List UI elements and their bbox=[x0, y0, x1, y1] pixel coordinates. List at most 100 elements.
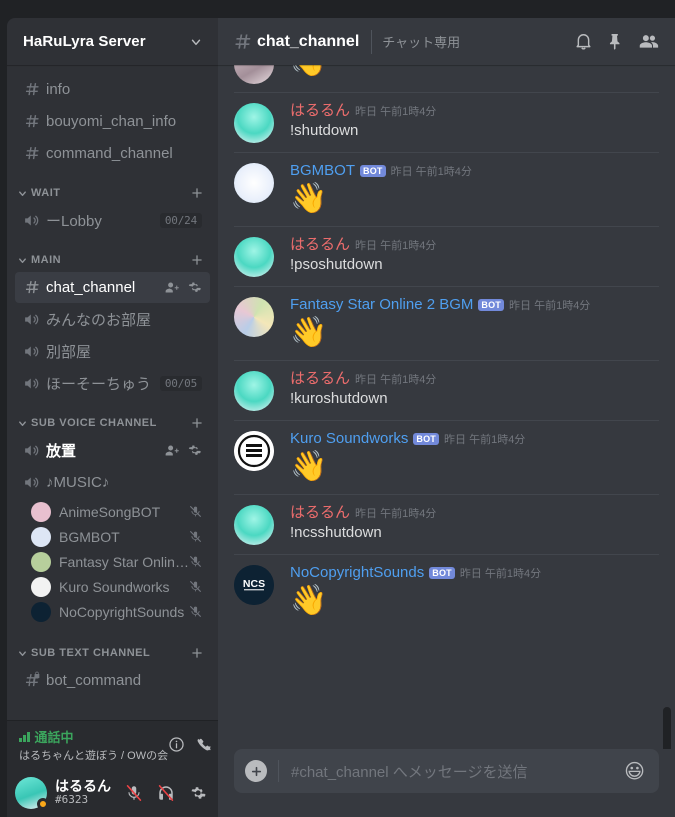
speaker-icon bbox=[23, 343, 40, 360]
voice-member-name: Kuro Soundworks bbox=[59, 578, 170, 595]
headphone-deafened-icon[interactable] bbox=[152, 779, 180, 807]
message-input[interactable]: #chat_channel へメッセージを送信 bbox=[291, 761, 624, 782]
avatar[interactable] bbox=[234, 371, 274, 411]
plus-icon[interactable] bbox=[190, 253, 208, 267]
message-composer: #chat_channel へメッセージを送信 😃 bbox=[218, 749, 675, 817]
sidebar-channel-minna-no-oheya[interactable]: みんなのお部屋 bbox=[15, 304, 210, 335]
message-list[interactable]: 👋 はるるん 昨日 午前1時4分 !shutdown bbox=[218, 65, 675, 749]
svg-text:NCS: NCS bbox=[243, 578, 265, 590]
message-row: はるるん 昨日 午前1時4分 !psoshutdown bbox=[218, 227, 675, 286]
channel-list[interactable]: info bouyomi_chan_info command_channel W… bbox=[7, 65, 218, 720]
hash-icon bbox=[23, 81, 40, 98]
bell-icon[interactable] bbox=[574, 32, 593, 51]
sidebar-channel-chat_channel[interactable]: chat_channel bbox=[15, 272, 210, 303]
voice-member-kuro-soundworks[interactable]: Kuro Soundworks bbox=[25, 574, 210, 599]
message-author[interactable]: NoCopyrightSounds bbox=[290, 564, 424, 582]
person-add-icon[interactable] bbox=[165, 443, 180, 458]
avatar[interactable] bbox=[15, 776, 49, 810]
sidebar-channel-label: bot_command bbox=[46, 672, 142, 689]
message-timestamp: 昨日 午前1時4分 bbox=[444, 434, 526, 446]
message-text: !kuroshutdown bbox=[290, 390, 388, 407]
speaker-icon bbox=[23, 311, 40, 328]
pin-icon[interactable] bbox=[606, 32, 625, 51]
gear-icon[interactable] bbox=[187, 280, 202, 295]
plus-icon[interactable] bbox=[190, 646, 208, 660]
gear-icon[interactable] bbox=[187, 443, 202, 458]
avatar[interactable] bbox=[234, 65, 274, 84]
chevron-down-icon bbox=[17, 255, 29, 266]
server-sidebar: HaRuLyra Server info bouyomi_chan_info c… bbox=[7, 18, 218, 817]
voice-member-fantasy-star-online-2[interactable]: Fantasy Star Online 2 ... bbox=[25, 549, 210, 574]
message-text: !ncsshutdown bbox=[290, 524, 382, 541]
user-settings-gear-icon[interactable] bbox=[184, 779, 212, 807]
message-author[interactable]: はるるん bbox=[290, 504, 350, 522]
message-author[interactable]: はるるん bbox=[290, 236, 350, 254]
message-author[interactable]: Fantasy Star Online 2 BGM bbox=[290, 296, 473, 314]
plus-icon[interactable] bbox=[190, 186, 208, 200]
bot-badge: BOT bbox=[360, 165, 386, 177]
avatar[interactable] bbox=[234, 237, 274, 277]
sidebar-channel-music[interactable]: ♪MUSIC♪ bbox=[15, 467, 210, 498]
message-row: はるるん 昨日 午前1時4分 !shutdown bbox=[218, 93, 675, 152]
category-label: SUB TEXT CHANNEL bbox=[31, 647, 151, 659]
avatar[interactable] bbox=[234, 505, 274, 545]
mic-muted-icon bbox=[189, 530, 202, 543]
avatar[interactable] bbox=[234, 297, 274, 337]
sidebar-channel-bouyomi_chan_info[interactable]: bouyomi_chan_info bbox=[15, 106, 210, 137]
voice-member-name: Fantasy Star Online 2 ... bbox=[59, 553, 189, 570]
server-name: HaRuLyra Server bbox=[23, 33, 146, 50]
message-timestamp: 昨日 午前1時4分 bbox=[355, 106, 437, 118]
hash-lock-icon bbox=[23, 671, 40, 689]
info-circle-icon[interactable] bbox=[168, 736, 185, 753]
sidebar-channel-houchi[interactable]: 放置 bbox=[15, 435, 210, 466]
server-header[interactable]: HaRuLyra Server bbox=[7, 18, 218, 65]
category-header-main[interactable]: MAIN bbox=[7, 237, 218, 271]
voice-member-nocopyrightsounds[interactable]: NoCopyrightSounds bbox=[25, 599, 210, 624]
current-username: はるるん bbox=[55, 777, 111, 794]
mic-muted-icon bbox=[189, 505, 202, 518]
message-author[interactable]: Kuro Soundworks bbox=[290, 430, 408, 448]
message-author[interactable]: BGMBOT bbox=[290, 162, 355, 180]
chat-header: chat_channel チャット専用 bbox=[218, 18, 675, 65]
category-header-wait[interactable]: WAIT bbox=[7, 170, 218, 204]
plus-icon[interactable] bbox=[234, 749, 278, 793]
sidebar-channel-betsubeya[interactable]: 別部屋 bbox=[15, 336, 210, 367]
avatar[interactable] bbox=[234, 103, 274, 143]
sidebar-channel-bot_command[interactable]: bot_command bbox=[15, 665, 210, 696]
person-add-icon[interactable] bbox=[165, 280, 180, 295]
sidebar-channel-info[interactable]: info bbox=[15, 74, 210, 105]
sidebar-channel-label: bouyomi_chan_info bbox=[46, 113, 177, 130]
channel-topic: チャット専用 bbox=[382, 35, 461, 50]
avatar[interactable] bbox=[234, 431, 274, 471]
mic-muted-icon bbox=[189, 580, 202, 593]
speaker-icon bbox=[23, 212, 40, 229]
plus-icon[interactable] bbox=[190, 416, 208, 430]
status-badge bbox=[37, 797, 49, 810]
sidebar-channel-command_channel[interactable]: command_channel bbox=[15, 138, 210, 169]
voice-member-animesongbot[interactable]: AnimeSongBOT bbox=[25, 499, 210, 524]
category-header-sub-voice-channel[interactable]: SUB VOICE CHANNEL bbox=[7, 400, 218, 434]
voice-member-bgmbot[interactable]: BGMBOT bbox=[25, 524, 210, 549]
signal-bars-icon bbox=[19, 731, 30, 742]
members-icon[interactable] bbox=[638, 31, 659, 52]
message-scrollbar[interactable] bbox=[660, 65, 674, 749]
sidebar-channel-label: 別部屋 bbox=[46, 344, 92, 361]
message-text: !shutdown bbox=[290, 122, 359, 139]
voice-member-name: AnimeSongBOT bbox=[59, 503, 161, 520]
avatar bbox=[31, 526, 51, 547]
avatar[interactable]: NCS bbox=[234, 565, 274, 605]
category-header-sub-text-channel[interactable]: SUB TEXT CHANNEL bbox=[7, 624, 218, 664]
speaker-icon bbox=[23, 442, 40, 459]
phone-hangup-icon[interactable] bbox=[195, 735, 214, 754]
avatar[interactable] bbox=[234, 163, 274, 203]
message-author[interactable]: はるるん bbox=[290, 102, 350, 120]
mic-muted-icon[interactable] bbox=[120, 779, 148, 807]
bot-badge: BOT bbox=[478, 299, 505, 311]
sidebar-channel-housouchuu[interactable]: ほーそーちゅう 00/05 bbox=[15, 368, 210, 399]
message-input-box[interactable]: #chat_channel へメッセージを送信 😃 bbox=[234, 749, 659, 793]
message-author[interactable]: はるるん bbox=[290, 370, 350, 388]
sidebar-channel-lobby[interactable]: ーLobby 00/24 bbox=[15, 205, 210, 236]
emoji-smile-icon[interactable]: 😃 bbox=[624, 759, 645, 784]
scrollbar-thumb[interactable] bbox=[663, 707, 671, 749]
chevron-down-icon[interactable] bbox=[189, 35, 203, 49]
